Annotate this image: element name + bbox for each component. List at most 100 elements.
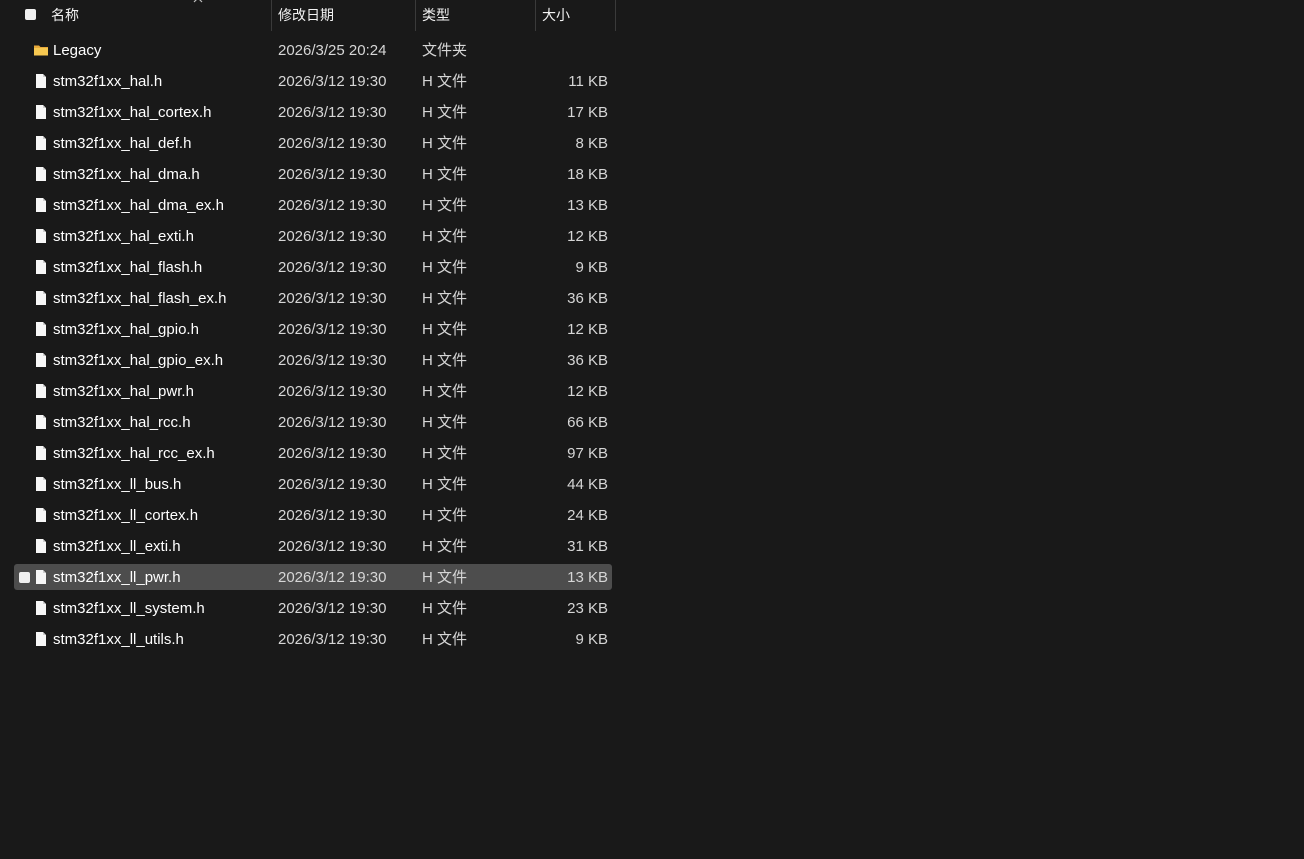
file-size: 36 KB: [567, 352, 608, 369]
file-size: 18 KB: [567, 166, 608, 183]
file-list-row[interactable]: stm32f1xx_hal_dma_ex.h 2026/3/12 19:30 H…: [0, 190, 616, 221]
file-list-row[interactable]: stm32f1xx_hal_flash.h 2026/3/12 19:30 H …: [0, 252, 616, 283]
file-icon: [33, 414, 49, 430]
file-icon-glyph: [36, 539, 46, 553]
file-list-row[interactable]: stm32f1xx_hal_def.h 2026/3/12 19:30 H 文件…: [0, 128, 616, 159]
column-divider[interactable]: [535, 0, 536, 31]
column-divider[interactable]: [271, 0, 272, 31]
file-list-row[interactable]: stm32f1xx_hal_dma.h 2026/3/12 19:30 H 文件…: [0, 159, 616, 190]
column-divider[interactable]: [415, 0, 416, 31]
file-type: H 文件: [422, 445, 468, 462]
file-icon-glyph: [36, 260, 46, 274]
file-icon: [33, 321, 49, 337]
file-type: H 文件: [422, 228, 468, 245]
file-type: H 文件: [422, 259, 468, 276]
file-list-row[interactable]: stm32f1xx_hal.h 2026/3/12 19:30 H 文件 11 …: [0, 66, 616, 97]
file-type: H 文件: [422, 631, 468, 648]
column-header-type-label: 类型: [422, 7, 450, 23]
file-list-row[interactable]: stm32f1xx_hal_flash_ex.h 2026/3/12 19:30…: [0, 283, 616, 314]
file-date-modified: 2026/3/12 19:30: [278, 414, 387, 431]
file-list-row[interactable]: stm32f1xx_hal_gpio.h 2026/3/12 19:30 H 文…: [0, 314, 616, 345]
column-header-name-label: 名称: [51, 7, 79, 23]
column-header-date-label: 修改日期: [278, 7, 334, 23]
file-icon: [33, 135, 49, 151]
file-icon: [33, 228, 49, 244]
file-icon: [33, 631, 49, 647]
file-size: 24 KB: [567, 507, 608, 524]
folder-icon: [33, 42, 49, 58]
file-size: 12 KB: [567, 321, 608, 338]
column-header-name[interactable]: 名称: [51, 0, 271, 31]
file-list-row[interactable]: stm32f1xx_hal_rcc_ex.h 2026/3/12 19:30 H…: [0, 438, 616, 469]
file-type: H 文件: [422, 600, 468, 617]
file-icon-glyph: [36, 167, 46, 181]
file-icon-glyph: [36, 477, 46, 491]
file-type: H 文件: [422, 290, 468, 307]
file-icon-glyph: [36, 446, 46, 460]
file-date-modified: 2026/3/12 19:30: [278, 166, 387, 183]
file-list-row[interactable]: stm32f1xx_ll_bus.h 2026/3/12 19:30 H 文件 …: [0, 469, 616, 500]
file-type: H 文件: [422, 166, 468, 183]
file-size: 66 KB: [567, 414, 608, 431]
file-icon-glyph: [36, 198, 46, 212]
file-list: Legacy 2026/3/25 20:24 文件夹 stm32f1xx_hal…: [0, 35, 616, 655]
file-icon: [33, 290, 49, 306]
file-list-row[interactable]: stm32f1xx_hal_cortex.h 2026/3/12 19:30 H…: [0, 97, 616, 128]
select-all-checkbox[interactable]: [25, 9, 36, 20]
file-name: stm32f1xx_hal_dma_ex.h: [53, 197, 224, 214]
file-name: stm32f1xx_hal_def.h: [53, 135, 192, 152]
column-divider[interactable]: [615, 0, 616, 31]
file-size: 9 KB: [575, 631, 608, 648]
file-type: H 文件: [422, 476, 468, 493]
file-size: 12 KB: [567, 228, 608, 245]
file-icon-glyph: [36, 322, 46, 336]
file-name: stm32f1xx_hal_flash.h: [53, 259, 203, 276]
file-size: 12 KB: [567, 383, 608, 400]
file-list-row[interactable]: stm32f1xx_hal_pwr.h 2026/3/12 19:30 H 文件…: [0, 376, 616, 407]
file-icon-glyph: [36, 415, 46, 429]
file-size: 23 KB: [567, 600, 608, 617]
file-name: stm32f1xx_hal.h: [53, 73, 163, 90]
row-checkbox[interactable]: [19, 572, 30, 583]
file-size: [538, 35, 608, 66]
file-date-modified: 2026/3/12 19:30: [278, 135, 387, 152]
file-list-row[interactable]: stm32f1xx_ll_cortex.h 2026/3/12 19:30 H …: [0, 500, 616, 531]
file-icon: [33, 197, 49, 213]
file-icon-glyph: [36, 601, 46, 615]
column-header-type[interactable]: 类型: [422, 0, 534, 31]
file-type: H 文件: [422, 321, 468, 338]
file-size: 17 KB: [567, 104, 608, 121]
file-icon-glyph: [36, 384, 46, 398]
file-list-row[interactable]: stm32f1xx_ll_utils.h 2026/3/12 19:30 H 文…: [0, 624, 616, 655]
file-name: stm32f1xx_hal_rcc.h: [53, 414, 191, 431]
file-list-row[interactable]: Legacy 2026/3/25 20:24 文件夹: [0, 35, 616, 66]
file-size: 11 KB: [568, 73, 608, 90]
file-icon-glyph: [36, 570, 46, 584]
file-date-modified: 2026/3/12 19:30: [278, 104, 387, 121]
file-size: 13 KB: [567, 197, 608, 214]
column-header-size[interactable]: 大小: [542, 0, 614, 31]
file-list-row[interactable]: stm32f1xx_ll_pwr.h 2026/3/12 19:30 H 文件 …: [0, 562, 616, 593]
file-list-row[interactable]: stm32f1xx_hal_gpio_ex.h 2026/3/12 19:30 …: [0, 345, 616, 376]
file-list-row[interactable]: stm32f1xx_hal_exti.h 2026/3/12 19:30 H 文…: [0, 221, 616, 252]
file-name: stm32f1xx_hal_gpio_ex.h: [53, 352, 224, 369]
file-icon-glyph: [36, 105, 46, 119]
file-name: stm32f1xx_ll_cortex.h: [53, 507, 199, 524]
file-size: 44 KB: [567, 476, 608, 493]
file-type: H 文件: [422, 352, 468, 369]
file-date-modified: 2026/3/12 19:30: [278, 321, 387, 338]
file-list-row[interactable]: stm32f1xx_ll_system.h 2026/3/12 19:30 H …: [0, 593, 616, 624]
file-type: H 文件: [422, 197, 468, 214]
file-list-row[interactable]: stm32f1xx_ll_exti.h 2026/3/12 19:30 H 文件…: [0, 531, 616, 562]
column-header-bar: 名称 修改日期 类型 大小: [0, 0, 616, 31]
column-header-date[interactable]: 修改日期: [278, 0, 414, 31]
file-icon-glyph: [36, 136, 46, 150]
file-date-modified: 2026/3/12 19:30: [278, 197, 387, 214]
file-icon-glyph: [36, 508, 46, 522]
file-date-modified: 2026/3/12 19:30: [278, 445, 387, 462]
file-date-modified: 2026/3/12 19:30: [278, 476, 387, 493]
file-date-modified: 2026/3/12 19:30: [278, 228, 387, 245]
file-size: 8 KB: [575, 135, 608, 152]
file-list-row[interactable]: stm32f1xx_hal_rcc.h 2026/3/12 19:30 H 文件…: [0, 407, 616, 438]
file-type: H 文件: [422, 569, 468, 586]
